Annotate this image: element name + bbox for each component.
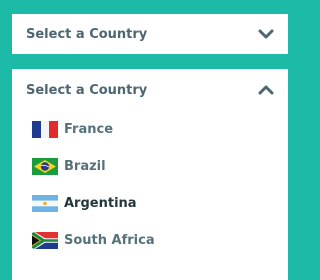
country-option-label: France: [64, 122, 114, 137]
country-option-label: South Africa: [64, 233, 155, 248]
country-options-list: France Brazil Argentina South Africa: [12, 111, 288, 259]
south-africa-flag-icon: [32, 232, 58, 249]
country-option-france[interactable]: France: [12, 111, 288, 148]
country-option-label: Argentina: [64, 196, 137, 211]
country-select-open: Select a Country France Brazil Argentina…: [12, 69, 288, 280]
country-option-label: Brazil: [64, 159, 106, 174]
country-select-label: Select a Country: [26, 26, 148, 42]
brazil-flag-icon: [32, 158, 58, 175]
country-select-label: Select a Country: [26, 82, 148, 98]
france-flag-icon: [32, 121, 58, 138]
country-select-closed[interactable]: Select a Country: [12, 14, 288, 54]
country-option-brazil[interactable]: Brazil: [12, 148, 288, 185]
country-option-argentina[interactable]: Argentina: [12, 185, 288, 222]
country-option-south-africa[interactable]: South Africa: [12, 222, 288, 259]
chevron-down-icon: [258, 29, 274, 39]
country-select-header[interactable]: Select a Country: [12, 69, 288, 111]
chevron-up-icon: [258, 85, 274, 95]
argentina-flag-icon: [32, 195, 58, 212]
